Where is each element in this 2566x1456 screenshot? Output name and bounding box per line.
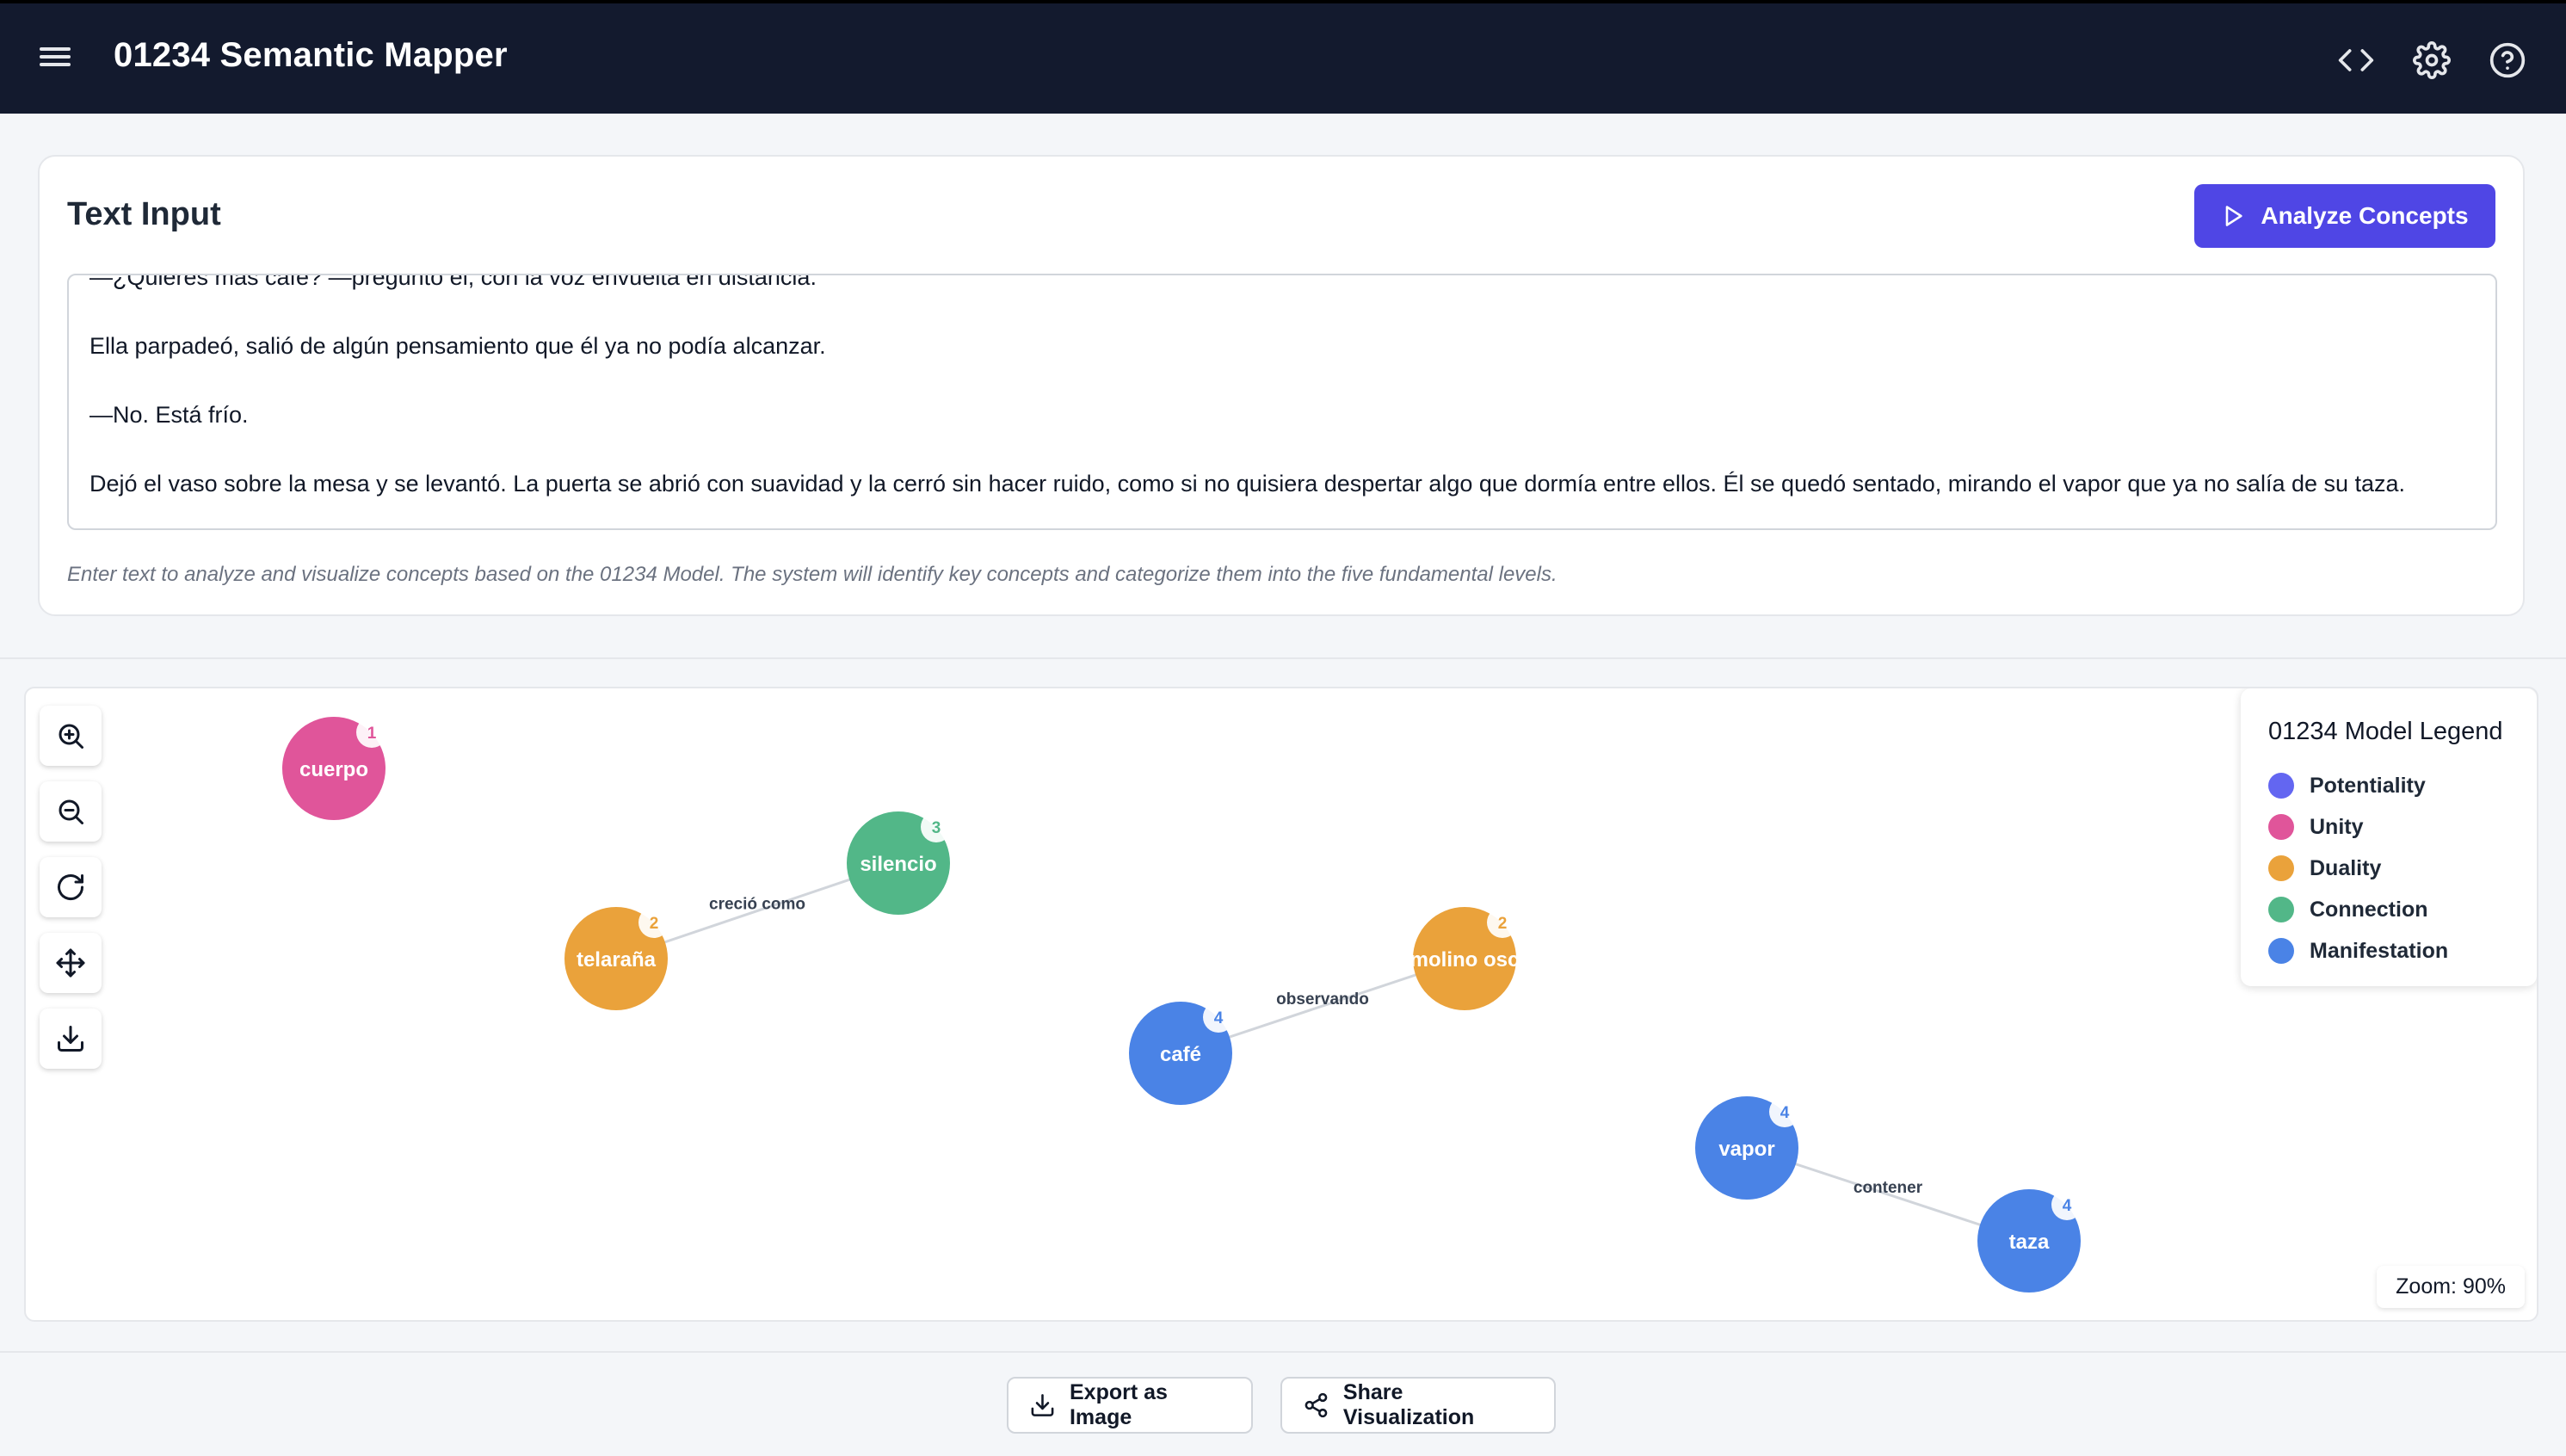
legend-item-connection: Connection [2268, 889, 2509, 930]
node-label: taza [2009, 1231, 2050, 1254]
export-image-button[interactable]: Export as Image [1007, 1377, 1253, 1434]
gear-icon[interactable] [2413, 41, 2451, 79]
help-icon[interactable] [2489, 41, 2526, 79]
node-label: telaraña [577, 948, 657, 972]
node-label: silencio [860, 853, 936, 876]
node-level-badge: 4 [2063, 1197, 2072, 1215]
legend-title: 01234 Model Legend [2268, 718, 2503, 745]
legend-dot [2268, 773, 2294, 799]
text-line: —¿Quieres más café? —preguntó él, con la… [89, 274, 817, 290]
play-icon [2226, 206, 2243, 226]
menu-icon[interactable] [40, 43, 71, 74]
node-level-badge: 2 [650, 915, 659, 933]
card-title: Text Input [67, 196, 221, 232]
analyze-label: Analyze Concepts [2261, 202, 2469, 229]
section-divider [0, 657, 2566, 659]
edge-label: contener [1854, 1179, 1923, 1197]
analyze-concepts-button[interactable]: Analyze Concepts [2194, 184, 2495, 248]
move-icon[interactable] [40, 933, 102, 993]
visualization-panel: creció como observando contener cuerpo 1 sile… [24, 687, 2538, 1322]
legend-item-unity: Unity [2268, 806, 2509, 848]
share-visualization-button[interactable]: Share Visualization [1280, 1377, 1556, 1434]
node-level-badge: 3 [932, 819, 941, 837]
legend-dot [2268, 938, 2294, 964]
share-icon [1305, 1392, 1328, 1418]
edge-label: observando [1276, 990, 1369, 1009]
legend-dot [2268, 897, 2294, 922]
node-level-badge: 2 [1498, 915, 1508, 933]
export-label: Export as Image [1069, 1380, 1168, 1429]
node-telarana[interactable]: telaraña 2 [564, 907, 669, 1010]
legend-label: Manifestation [2310, 938, 2449, 963]
reset-icon[interactable] [40, 857, 102, 917]
input-hint: Enter text to analyze and visualize conc… [67, 563, 1557, 586]
text-input-card: Text Input Analyze Concepts —¿Quieres má… [38, 155, 2525, 616]
node-label: cuerpo [299, 758, 368, 781]
text-line: Dejó el vaso sobre la mesa y se levantó.… [89, 471, 2406, 497]
node-label: vapor [1718, 1138, 1774, 1161]
download-icon[interactable] [40, 1009, 102, 1069]
edge-label: creció como [709, 896, 805, 914]
legend-label: Connection [2310, 897, 2428, 922]
footer-bar: Export as Image Share Visualization [0, 1351, 2566, 1456]
graph-toolbar [40, 706, 102, 1084]
app-header: 01234 Semantic Mapper [0, 0, 2566, 114]
node-silencio[interactable]: silencio 3 [847, 811, 952, 915]
node-label: café [1160, 1043, 1201, 1066]
node-cuerpo[interactable]: cuerpo 1 [282, 717, 387, 820]
zoom-out-icon[interactable] [40, 781, 102, 842]
zoom-level: Zoom: 90% [2377, 1266, 2525, 1308]
legend-label: Potentiality [2310, 773, 2426, 798]
legend-item-potentiality: Potentiality [2268, 765, 2509, 806]
code-icon[interactable] [2337, 41, 2375, 79]
text-input-area[interactable]: —¿Quieres más café? —preguntó él, con la… [67, 274, 2497, 530]
node-vapor[interactable]: vapor 4 [1695, 1096, 1800, 1200]
download-icon [1031, 1394, 1054, 1416]
node-cafe[interactable]: café 4 [1129, 1002, 1234, 1105]
model-legend: 01234 Model Legend Potentiality Unity Du… [2241, 688, 2537, 986]
legend-dot [2268, 855, 2294, 881]
legend-item-duality: Duality [2268, 848, 2509, 889]
node-level-badge: 1 [367, 725, 377, 743]
node-molino[interactable]: molino osc 2 [1410, 907, 1520, 1010]
text-line: Ella parpadeó, salió de algún pensamient… [89, 333, 826, 359]
concept-graph[interactable]: creció como observando contener cuerpo 1 sile… [26, 688, 2538, 1322]
text-line: —No. Está frío. [89, 402, 249, 428]
zoom-in-icon[interactable] [40, 706, 102, 766]
node-taza[interactable]: taza 4 [1977, 1189, 2082, 1293]
app-title: 01234 Semantic Mapper [114, 36, 508, 74]
node-label: molino osc [1410, 948, 1520, 972]
share-label: Share Visualization [1342, 1380, 1475, 1429]
legend-dot [2268, 814, 2294, 840]
legend-label: Unity [2310, 814, 2364, 839]
node-level-badge: 4 [1214, 1009, 1224, 1027]
legend-label: Duality [2310, 855, 2382, 880]
legend-item-manifestation: Manifestation [2268, 930, 2509, 972]
node-level-badge: 4 [1780, 1104, 1790, 1122]
